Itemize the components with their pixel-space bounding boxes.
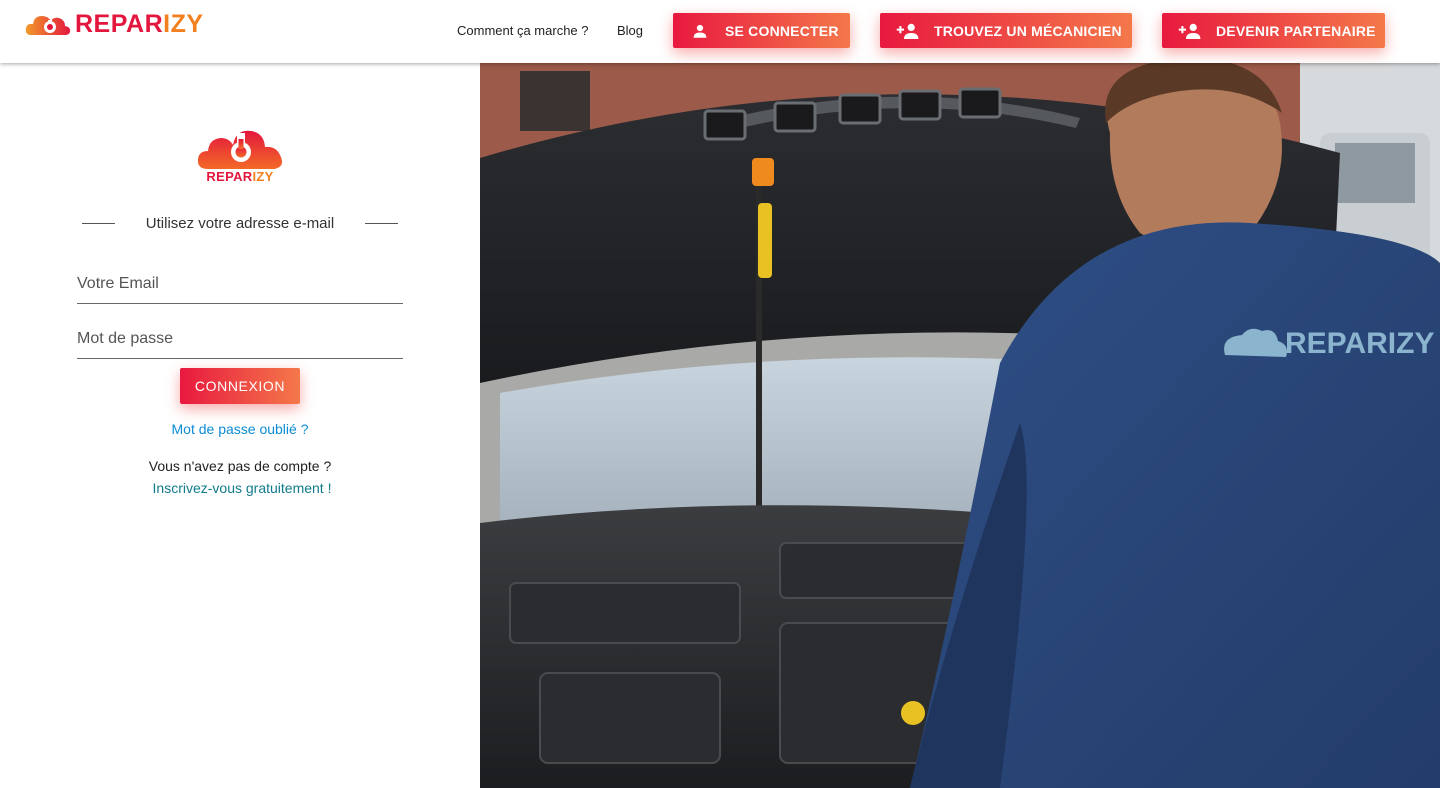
become-partner-button[interactable]: DEVENIR PARTENAIRE: [1162, 13, 1385, 48]
find-mechanic-button[interactable]: TROUVEZ UN MÉCANICIEN: [880, 13, 1132, 48]
login-logo-wordmark: REPARIZY: [0, 169, 480, 184]
cloud-wrench-icon: [25, 16, 71, 35]
shirt-logo-text: REPARIZY: [1285, 327, 1434, 360]
brand-wordmark-part2: IZY: [163, 10, 204, 38]
find-mechanic-label: TROUVEZ UN MÉCANICIEN: [934, 22, 1122, 39]
person-icon: [691, 22, 709, 40]
hero-photo-mechanic: REPARIZY: [480, 63, 1440, 788]
connexion-button[interactable]: CONNEXION: [180, 368, 300, 404]
top-navbar: REPARIZY Comment ça marche ? Blog SE CON…: [0, 0, 1440, 63]
divider-line-left: [82, 222, 115, 224]
shirt-logo: REPARIZY: [1224, 327, 1434, 360]
brand-wordmark: REPARIZY: [75, 9, 204, 39]
no-account-text: Vous n'avez pas de compte ?: [148, 458, 332, 474]
password-field[interactable]: [77, 319, 403, 359]
hero-illustration: REPARIZY: [480, 63, 1440, 788]
login-button[interactable]: SE CONNECTER: [673, 13, 850, 48]
divider-line-right: [365, 222, 398, 224]
nav-how-it-works[interactable]: Comment ça marche ?: [457, 22, 589, 40]
person-add-icon: [1178, 22, 1202, 40]
signup-link[interactable]: Inscrivez-vous gratuitement !: [0, 480, 484, 496]
divider-text: Utilisez votre adresse e-mail: [145, 214, 335, 232]
forgot-password-link[interactable]: Mot de passe oublié ?: [0, 421, 480, 437]
login-panel: REPARIZY Utilisez votre adresse e-mail C…: [0, 63, 480, 788]
brand-wordmark-part1: REPAR: [75, 10, 164, 38]
person-add-icon: [896, 22, 920, 40]
brand-logo[interactable]: REPARIZY: [25, 9, 204, 39]
login-button-label: SE CONNECTER: [725, 22, 839, 39]
login-logo-part1: REPAR: [206, 169, 253, 184]
email-divider: Utilisez votre adresse e-mail: [82, 213, 398, 233]
nav-blog[interactable]: Blog: [617, 22, 643, 40]
login-logo-part2: IZY: [252, 169, 274, 184]
email-field[interactable]: [77, 264, 403, 304]
become-partner-label: DEVENIR PARTENAIRE: [1216, 22, 1376, 39]
